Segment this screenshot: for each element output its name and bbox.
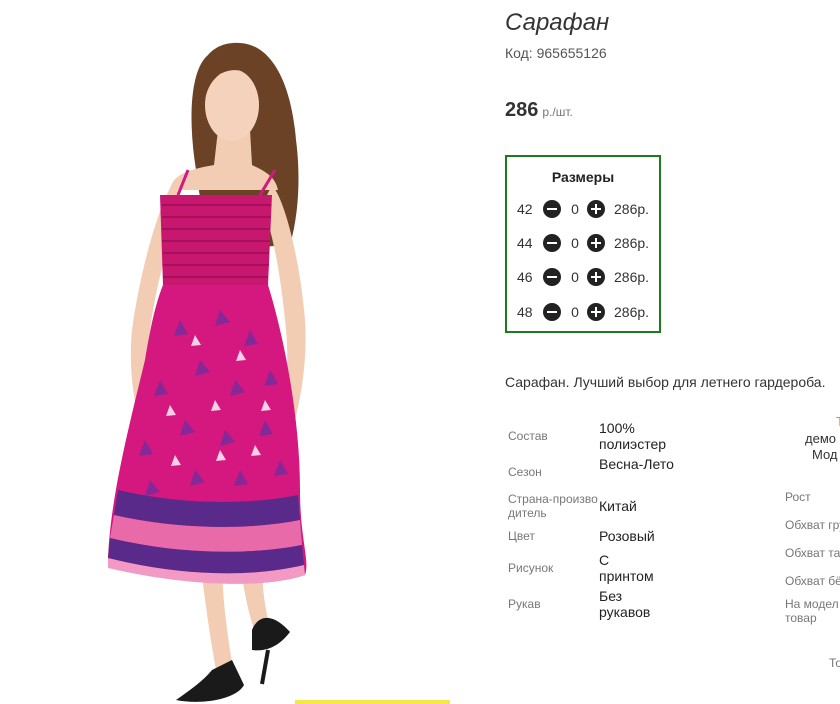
attr-value: Китай <box>599 498 637 514</box>
sizes-panel: Размеры 42 0 286р. 44 0 286р. 46 0 286р.… <box>505 155 661 333</box>
size-price: 286р. <box>614 304 650 320</box>
model-measure-label: Обхват гру <box>785 518 840 532</box>
quantity-value: 0 <box>571 304 579 320</box>
attr-label: Рукав <box>508 597 541 611</box>
price-unit: р./шт. <box>542 105 573 119</box>
product-description: Сарафан. Лучший выбор для летнего гардер… <box>505 374 826 390</box>
increase-quantity-icon[interactable] <box>587 303 605 321</box>
attr-value: 100% полиэстер <box>599 420 667 452</box>
size-price: 286р. <box>614 269 650 285</box>
attr-value: С принтом <box>599 552 654 584</box>
size-price: 286р. <box>614 235 650 251</box>
image-indicator-bar <box>295 700 450 704</box>
attr-value: Весна-Лето <box>599 456 674 472</box>
size-label: 42 <box>517 201 533 217</box>
model-panel-subheading: демо <box>805 431 836 446</box>
increase-quantity-icon[interactable] <box>587 268 605 286</box>
attr-value: Розовый <box>599 528 655 544</box>
model-panel-footer: То <box>829 656 840 670</box>
size-label: 44 <box>517 235 533 251</box>
increase-quantity-icon[interactable] <box>587 234 605 252</box>
product-title: Сарафан <box>505 9 610 36</box>
model-in-dress-image <box>108 42 307 702</box>
model-panel-heading: Т <box>836 414 840 429</box>
attr-label: Сезон <box>508 465 542 479</box>
decrease-quantity-icon[interactable] <box>543 234 561 252</box>
size-price: 286р. <box>614 201 650 217</box>
model-measure-label: Обхват та <box>785 546 840 560</box>
attr-label: Цвет <box>508 529 535 543</box>
quantity-value: 0 <box>571 235 579 251</box>
attr-label: Рисунок <box>508 561 554 575</box>
model-panel-subheading: Мод <box>812 447 838 462</box>
model-measure-label: Рост <box>785 490 811 504</box>
attr-label: Страна-производитель <box>508 492 598 520</box>
product-photo[interactable] <box>0 0 490 704</box>
attr-label: Состав <box>508 429 548 443</box>
size-label: 46 <box>517 269 533 285</box>
increase-quantity-icon[interactable] <box>587 200 605 218</box>
model-measure-label: На модел <box>785 597 839 611</box>
model-measure-label: товар <box>785 611 817 625</box>
decrease-quantity-icon[interactable] <box>543 303 561 321</box>
attr-value: Без рукавов <box>599 588 651 620</box>
price-value: 286 <box>505 99 539 121</box>
decrease-quantity-icon[interactable] <box>543 200 561 218</box>
quantity-value: 0 <box>571 269 579 285</box>
quantity-value: 0 <box>571 201 579 217</box>
product-price: 286 р./шт. <box>505 99 573 122</box>
size-label: 48 <box>517 304 533 320</box>
product-code: Код: 965655126 <box>505 45 607 61</box>
model-measure-label: Обхват бё <box>785 574 840 588</box>
sizes-title: Размеры <box>551 169 615 185</box>
decrease-quantity-icon[interactable] <box>543 268 561 286</box>
